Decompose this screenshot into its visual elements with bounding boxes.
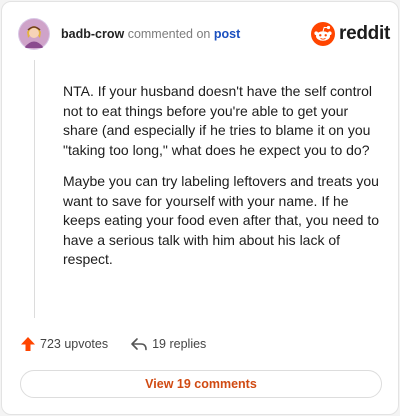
reply-arrow-icon xyxy=(131,338,147,351)
thread-line xyxy=(34,60,35,318)
reddit-snoo-icon xyxy=(311,22,335,46)
username-link[interactable]: badb-crow xyxy=(61,27,124,41)
reddit-wordmark: reddit xyxy=(339,23,390,44)
reddit-logo[interactable]: reddit xyxy=(311,22,390,46)
upvotes-count: 723 upvotes xyxy=(40,337,109,351)
post-link[interactable]: post xyxy=(214,27,240,41)
avatar-image xyxy=(18,18,50,50)
replies-count: 19 replies xyxy=(152,337,207,351)
comment-paragraph-1: NTA. If your husband doesn't have the se… xyxy=(63,83,373,158)
comment-card: badb-crow commented on post reddit NTA. … xyxy=(1,1,399,415)
upvote-arrow-icon xyxy=(21,337,35,351)
comment-body: NTA. If your husband doesn't have the se… xyxy=(63,82,383,282)
comment-paragraph-2: Maybe you can try labeling leftovers and… xyxy=(63,173,379,267)
comment-header: badb-crow commented on post xyxy=(61,26,240,42)
replies-stat[interactable]: 19 replies xyxy=(130,336,206,352)
avatar[interactable] xyxy=(18,18,50,50)
commented-on-text: commented on xyxy=(127,27,211,41)
comment-stats: 723 upvotes 19 replies xyxy=(20,336,206,352)
upvotes-stat[interactable]: 723 upvotes xyxy=(20,336,108,352)
view-comments-button[interactable]: View 19 comments xyxy=(20,370,382,398)
